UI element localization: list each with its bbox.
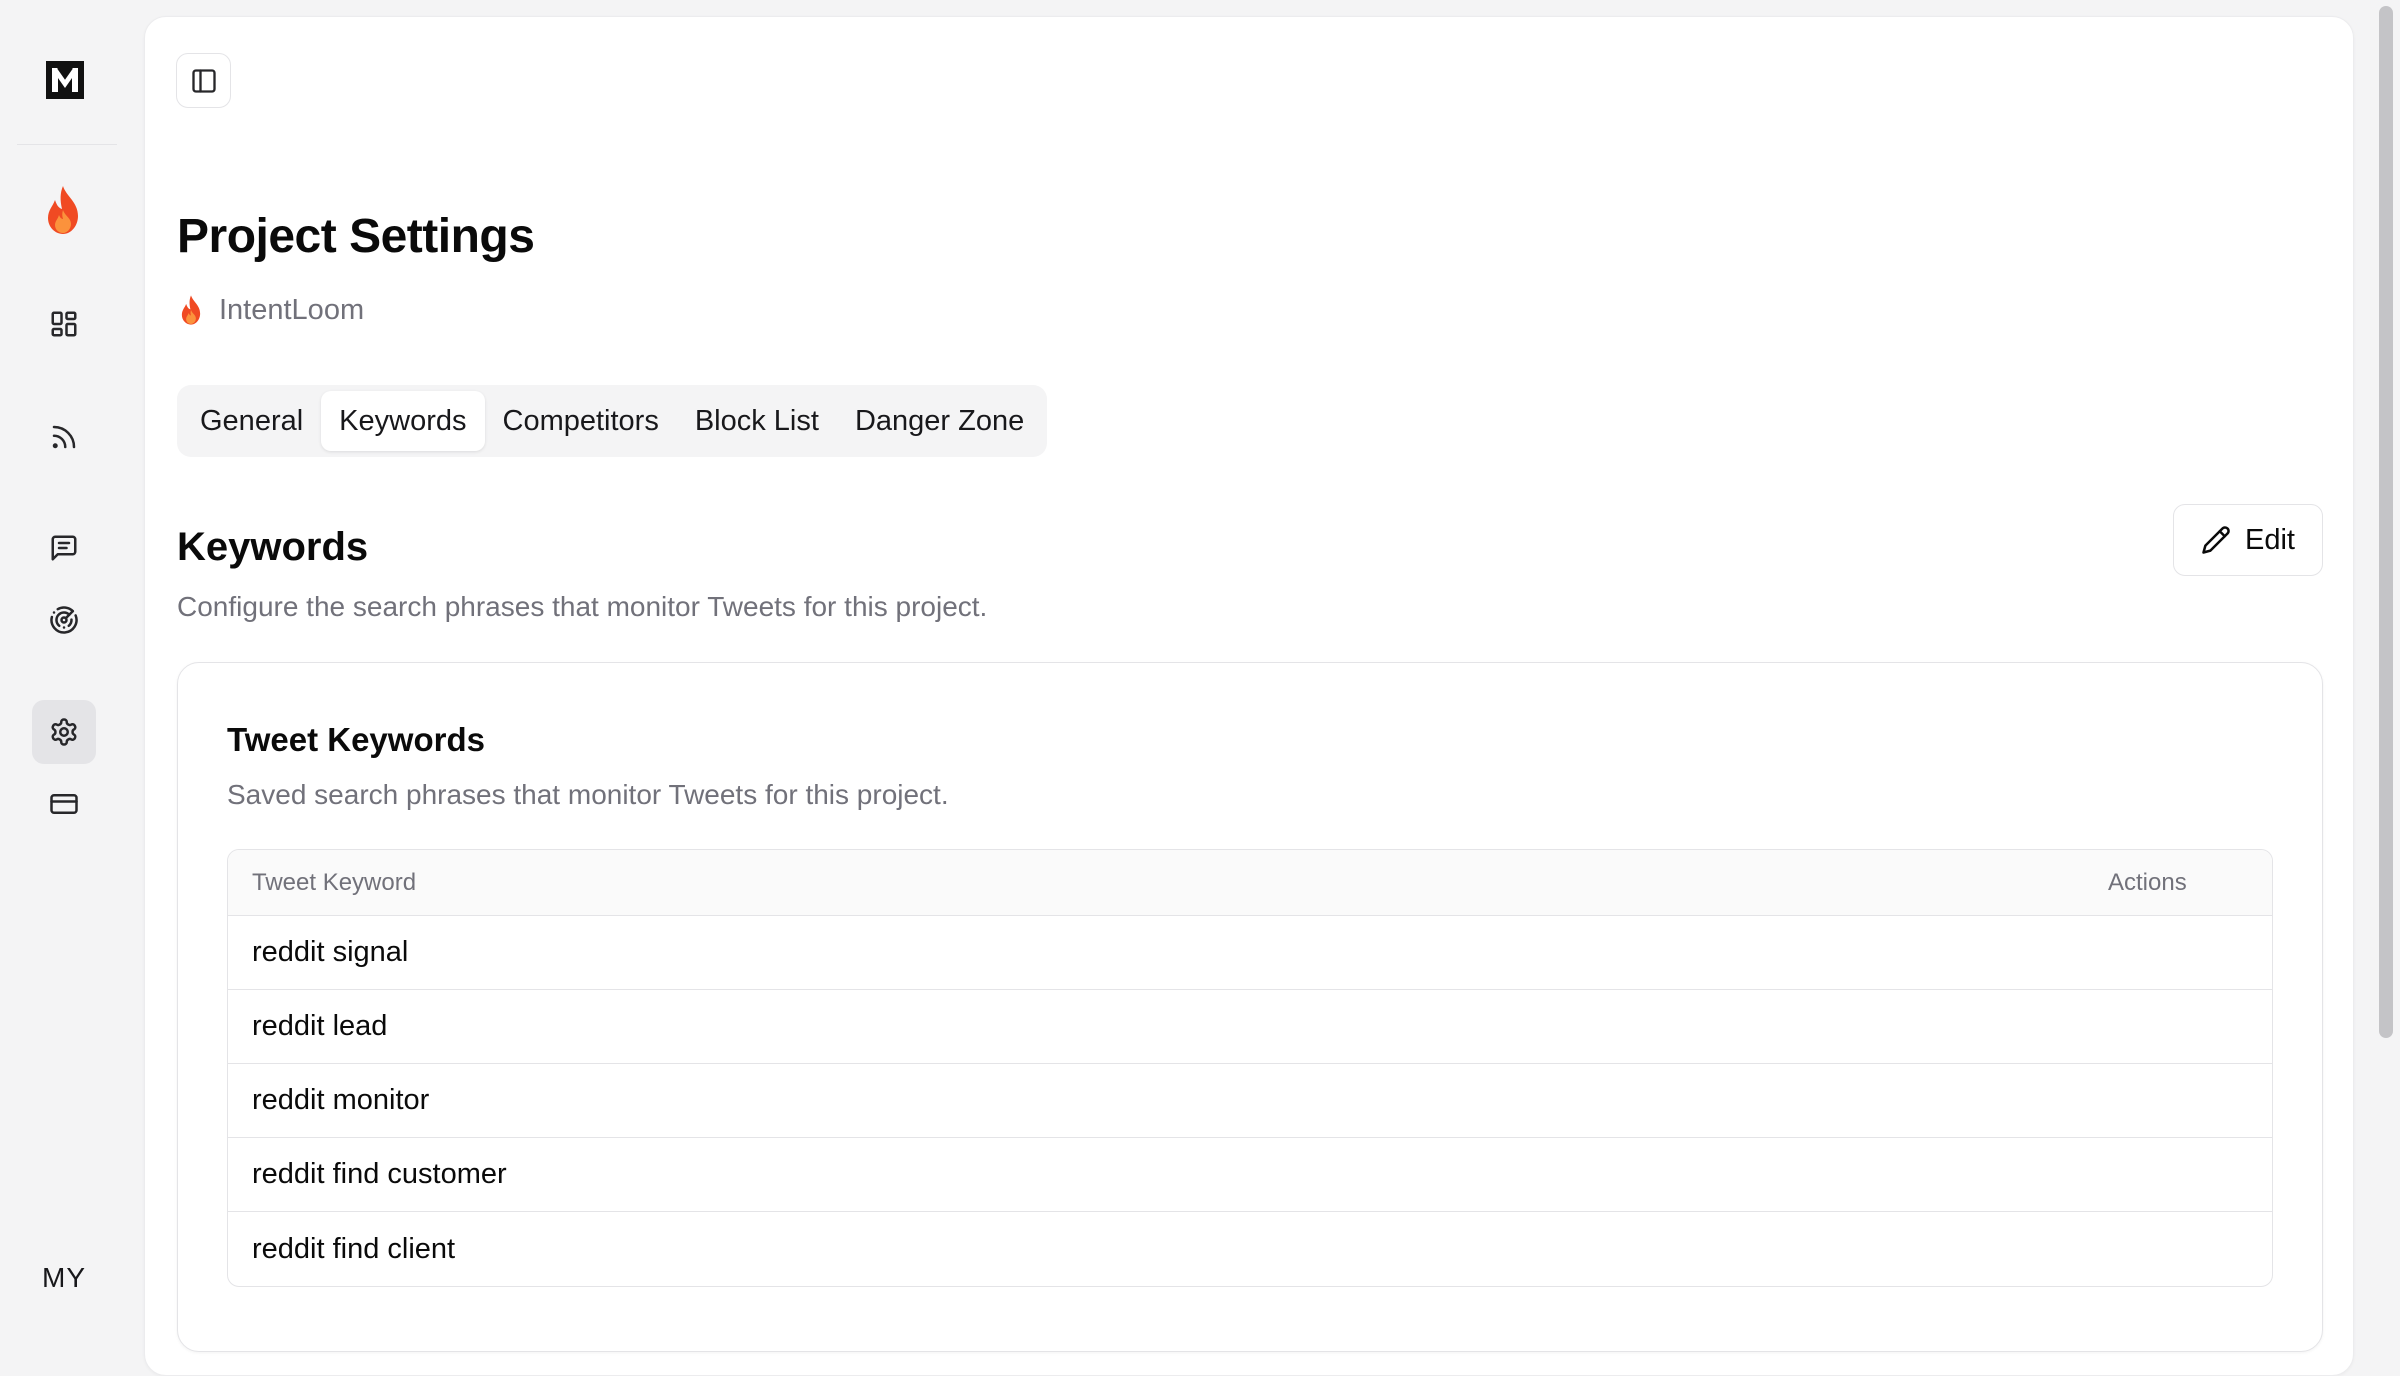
table-header: Tweet Keyword Actions <box>228 850 2272 916</box>
main-panel: Project Settings IntentLoom General Keyw… <box>144 16 2354 1376</box>
settings-tabs: General Keywords Competitors Block List … <box>177 385 1048 457</box>
card-title: Tweet Keywords <box>227 721 485 758</box>
rss-icon <box>52 425 76 449</box>
rail-divider <box>17 144 117 145</box>
keyword-cell: reddit signal <box>252 936 409 968</box>
project-indicator: IntentLoom <box>177 293 364 327</box>
layout-grid-icon <box>51 311 77 337</box>
keywords-table: Tweet Keyword Actions reddit signal redd… <box>227 849 2273 1287</box>
page-scrollbar-thumb[interactable] <box>2379 6 2393 1038</box>
rail-item-dashboard[interactable] <box>32 292 96 356</box>
tab-general[interactable]: General <box>182 391 321 451</box>
tab-keywords[interactable]: Keywords <box>321 391 485 451</box>
tab-danger-zone[interactable]: Danger Zone <box>837 391 1042 451</box>
page-title: Project Settings <box>177 210 535 263</box>
edit-button-label: Edit <box>2245 523 2295 556</box>
flame-icon[interactable] <box>40 184 86 236</box>
table-row: reddit find client <box>228 1212 2272 1286</box>
table-row: reddit monitor <box>228 1064 2272 1138</box>
credit-card-icon <box>50 794 78 814</box>
message-square-icon <box>51 535 77 561</box>
rail-item-feed[interactable] <box>32 405 96 469</box>
keyword-cell: reddit monitor <box>252 1084 430 1116</box>
settings-gear-icon <box>51 718 77 746</box>
rail-item-billing[interactable] <box>32 772 96 836</box>
rail-item-messages[interactable] <box>32 516 96 580</box>
column-header-keyword: Tweet Keyword <box>252 868 417 896</box>
keyword-cell: reddit lead <box>252 1010 388 1042</box>
keyword-cell: reddit find customer <box>252 1158 507 1190</box>
radar-icon <box>50 606 78 634</box>
section-description: Configure the search phrases that monito… <box>177 591 988 622</box>
icon-rail: MY <box>0 0 142 1350</box>
table-row: reddit signal <box>228 916 2272 990</box>
card-description: Saved search phrases that monitor Tweets… <box>227 779 949 810</box>
rail-item-radar[interactable] <box>32 588 96 652</box>
section-title: Keywords <box>177 525 369 569</box>
rail-item-settings[interactable] <box>32 700 96 764</box>
user-avatar[interactable]: MY <box>0 1262 128 1294</box>
project-name: IntentLoom <box>219 293 365 326</box>
panel-left-icon <box>191 68 216 93</box>
tab-competitors[interactable]: Competitors <box>485 391 677 451</box>
app-logo-icon[interactable] <box>46 61 84 99</box>
tweet-keywords-card: Tweet Keywords Saved search phrases that… <box>177 662 2323 1352</box>
flame-icon <box>181 295 201 325</box>
table-row: reddit lead <box>228 990 2272 1064</box>
table-row: reddit find customer <box>228 1138 2272 1212</box>
tab-block-list[interactable]: Block List <box>677 391 837 451</box>
keyword-cell: reddit find client <box>252 1232 456 1265</box>
edit-button[interactable]: Edit <box>2173 504 2323 576</box>
column-header-actions: Actions <box>2108 868 2187 896</box>
sidebar-toggle-button[interactable] <box>176 53 231 108</box>
pencil-icon <box>2202 526 2230 554</box>
